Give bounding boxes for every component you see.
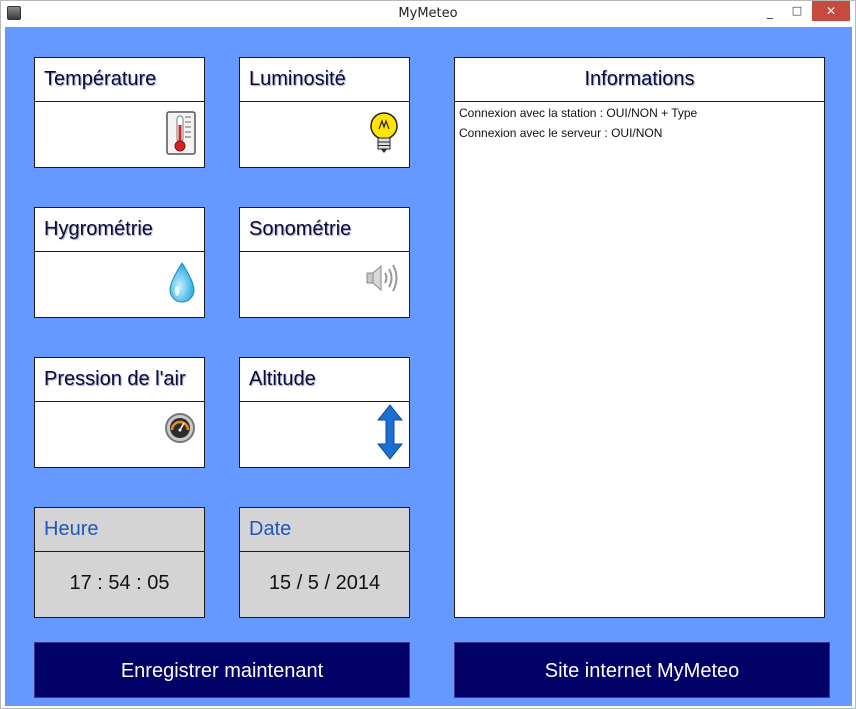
water-drop-icon bbox=[168, 261, 196, 310]
pressure-label: Pression de l'air bbox=[35, 358, 204, 402]
app-window: MyMeteo _ □ ✕ Température Luminosité Hyg… bbox=[0, 0, 856, 709]
sonometry-label: Sonométrie bbox=[240, 208, 409, 252]
altitude-panel: Altitude bbox=[239, 357, 410, 468]
up-down-arrow-icon bbox=[376, 404, 404, 465]
thermometer-icon bbox=[166, 111, 196, 160]
speaker-icon bbox=[365, 262, 401, 299]
save-now-button[interactable]: Enregistrer maintenant bbox=[34, 642, 410, 698]
time-label: Heure bbox=[35, 508, 204, 552]
sonometry-panel: Sonométrie bbox=[239, 207, 410, 318]
luminosity-panel: Luminosité bbox=[239, 57, 410, 168]
pressure-panel: Pression de l'air bbox=[34, 357, 205, 468]
hygrometry-panel: Hygrométrie bbox=[34, 207, 205, 318]
information-panel: Informations Connexion avec la station :… bbox=[454, 57, 825, 618]
pressure-gauge-icon bbox=[164, 412, 196, 449]
altitude-label: Altitude bbox=[240, 358, 409, 402]
hygrometry-label: Hygrométrie bbox=[35, 208, 204, 252]
temperature-panel: Température bbox=[34, 57, 205, 168]
lightbulb-icon bbox=[367, 111, 401, 160]
close-button[interactable]: ✕ bbox=[812, 1, 850, 21]
luminosity-label: Luminosité bbox=[240, 58, 409, 102]
information-title: Informations bbox=[455, 58, 824, 102]
website-button[interactable]: Site internet MyMeteo bbox=[454, 642, 830, 698]
time-panel: Heure 17 : 54 : 05 bbox=[34, 507, 205, 618]
date-value: 15 / 5 / 2014 bbox=[268, 572, 381, 594]
window-title: MyMeteo bbox=[398, 6, 458, 21]
date-panel: Date 15 / 5 / 2014 bbox=[239, 507, 410, 618]
client-area: Température Luminosité Hygrométrie Sonom… bbox=[5, 27, 852, 706]
time-value: 17 : 54 : 05 bbox=[69, 572, 170, 594]
title-bar[interactable]: MyMeteo _ □ ✕ bbox=[1, 1, 855, 27]
server-connection-status: Connexion avec le serveur : OUI/NON bbox=[459, 126, 663, 140]
minimize-button[interactable]: _ bbox=[758, 1, 782, 21]
maximize-button[interactable]: □ bbox=[785, 1, 809, 21]
date-label: Date bbox=[240, 508, 409, 552]
station-connection-status: Connexion avec la station : OUI/NON + Ty… bbox=[459, 106, 698, 120]
temperature-label: Température bbox=[35, 58, 204, 102]
